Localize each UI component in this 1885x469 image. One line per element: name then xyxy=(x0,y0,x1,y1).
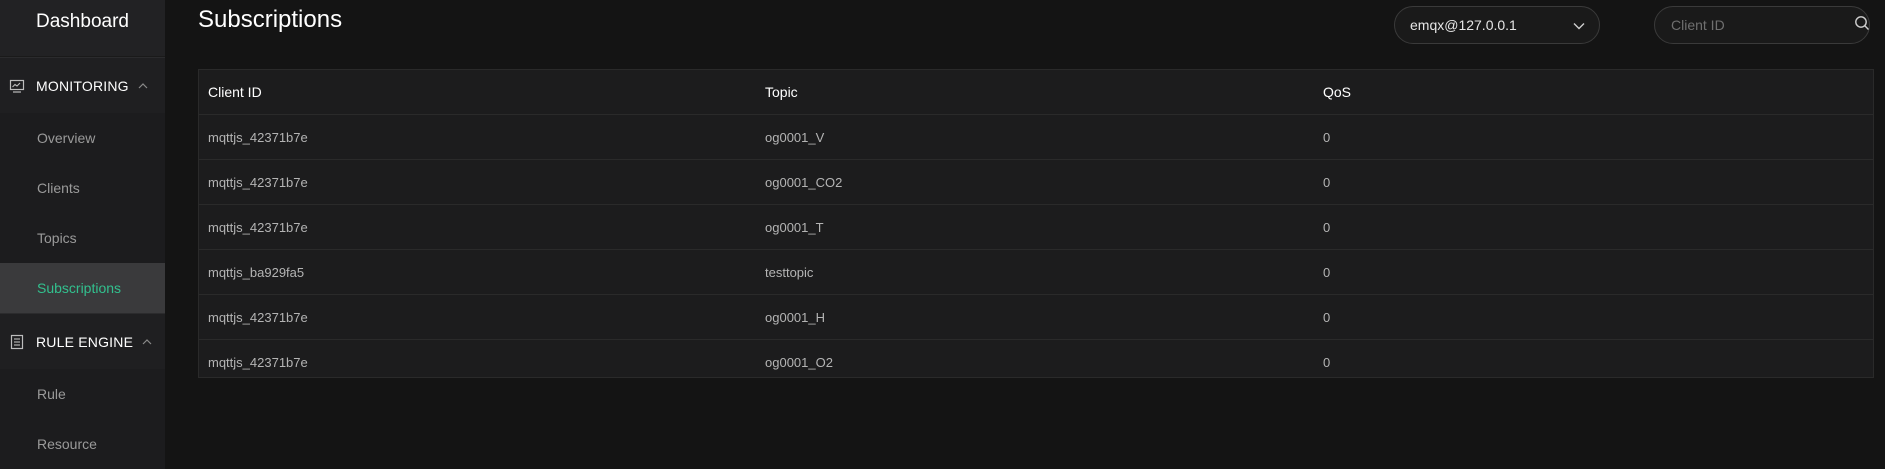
node-select-value: emqx@127.0.0.1 xyxy=(1410,17,1517,33)
cell-qos: 0 xyxy=(1323,219,1331,235)
document-icon xyxy=(8,333,26,351)
sidebar-item-topics[interactable]: Topics xyxy=(0,213,165,263)
cell-topic: og0001_V xyxy=(765,129,825,145)
column-header-qos[interactable]: QoS xyxy=(1314,84,1873,100)
cell-qos: 0 xyxy=(1323,354,1331,370)
nav-group-rule-engine[interactable]: RULE ENGINE xyxy=(0,313,165,369)
table-row[interactable]: mqttjs_42371b7e og0001_O2 0 xyxy=(199,340,1873,384)
cell-qos: 0 xyxy=(1323,129,1331,145)
table-row[interactable]: mqttjs_42371b7e og0001_T 0 xyxy=(199,205,1873,250)
chevron-up-icon xyxy=(138,81,148,91)
client-id-search xyxy=(1654,6,1870,44)
cell-topic: og0001_CO2 xyxy=(765,174,843,190)
sidebar: Dashboard MONITORING Overview Clients To… xyxy=(0,0,165,469)
nav-group-label: MONITORING xyxy=(36,77,129,94)
table-row[interactable]: mqttjs_ba929fa5 testtopic 0 xyxy=(199,250,1873,295)
sidebar-item-resource[interactable]: Resource xyxy=(0,419,165,469)
sidebar-item-overview[interactable]: Overview xyxy=(0,113,165,163)
sidebar-item-subscriptions[interactable]: Subscriptions xyxy=(0,263,165,313)
nav-group-monitoring[interactable]: MONITORING xyxy=(0,57,165,113)
table-row[interactable]: mqttjs_42371b7e og0001_H 0 xyxy=(199,295,1873,340)
cell-qos: 0 xyxy=(1323,174,1331,190)
table-row[interactable]: mqttjs_42371b7e og0001_V 0 xyxy=(199,115,1873,160)
nav-group-label: RULE ENGINE xyxy=(36,333,134,350)
cell-client-id: mqttjs_42371b7e xyxy=(208,174,308,190)
cell-client-id: mqttjs_42371b7e xyxy=(208,129,308,145)
table-header-row: Client ID Topic QoS xyxy=(199,70,1873,115)
cell-topic: og0001_O2 xyxy=(765,354,833,370)
chevron-up-icon xyxy=(142,337,152,347)
main-content: Subscriptions emqx@127.0.0.1 Client ID T… xyxy=(165,0,1885,469)
cell-client-id: mqttjs_ba929fa5 xyxy=(208,264,305,280)
cell-client-id: mqttjs_42371b7e xyxy=(208,309,308,325)
cell-topic: testtopic xyxy=(765,264,814,280)
table-row[interactable]: mqttjs_42371b7e og0001_CO2 0 xyxy=(199,160,1873,205)
cell-topic: og0001_H xyxy=(765,309,825,325)
subscriptions-table: Client ID Topic QoS mqttjs_42371b7e og00… xyxy=(198,69,1874,378)
sidebar-item-rule[interactable]: Rule xyxy=(0,369,165,419)
client-id-search-input[interactable] xyxy=(1669,16,1854,34)
node-select[interactable]: emqx@127.0.0.1 xyxy=(1394,6,1600,44)
cell-client-id: mqttjs_42371b7e xyxy=(208,219,308,235)
column-header-client-id[interactable]: Client ID xyxy=(199,84,756,100)
cell-client-id: mqttjs_42371b7e xyxy=(208,354,308,370)
monitor-icon xyxy=(8,77,26,95)
column-header-topic[interactable]: Topic xyxy=(756,84,1314,100)
sidebar-item-clients[interactable]: Clients xyxy=(0,163,165,213)
search-icon[interactable] xyxy=(1854,15,1870,36)
cell-qos: 0 xyxy=(1323,309,1331,325)
app-logo[interactable]: Dashboard xyxy=(0,0,165,57)
cell-topic: og0001_T xyxy=(765,219,824,235)
chevron-down-icon xyxy=(1573,17,1585,33)
cell-qos: 0 xyxy=(1323,264,1331,280)
page-title: Subscriptions xyxy=(198,6,343,33)
